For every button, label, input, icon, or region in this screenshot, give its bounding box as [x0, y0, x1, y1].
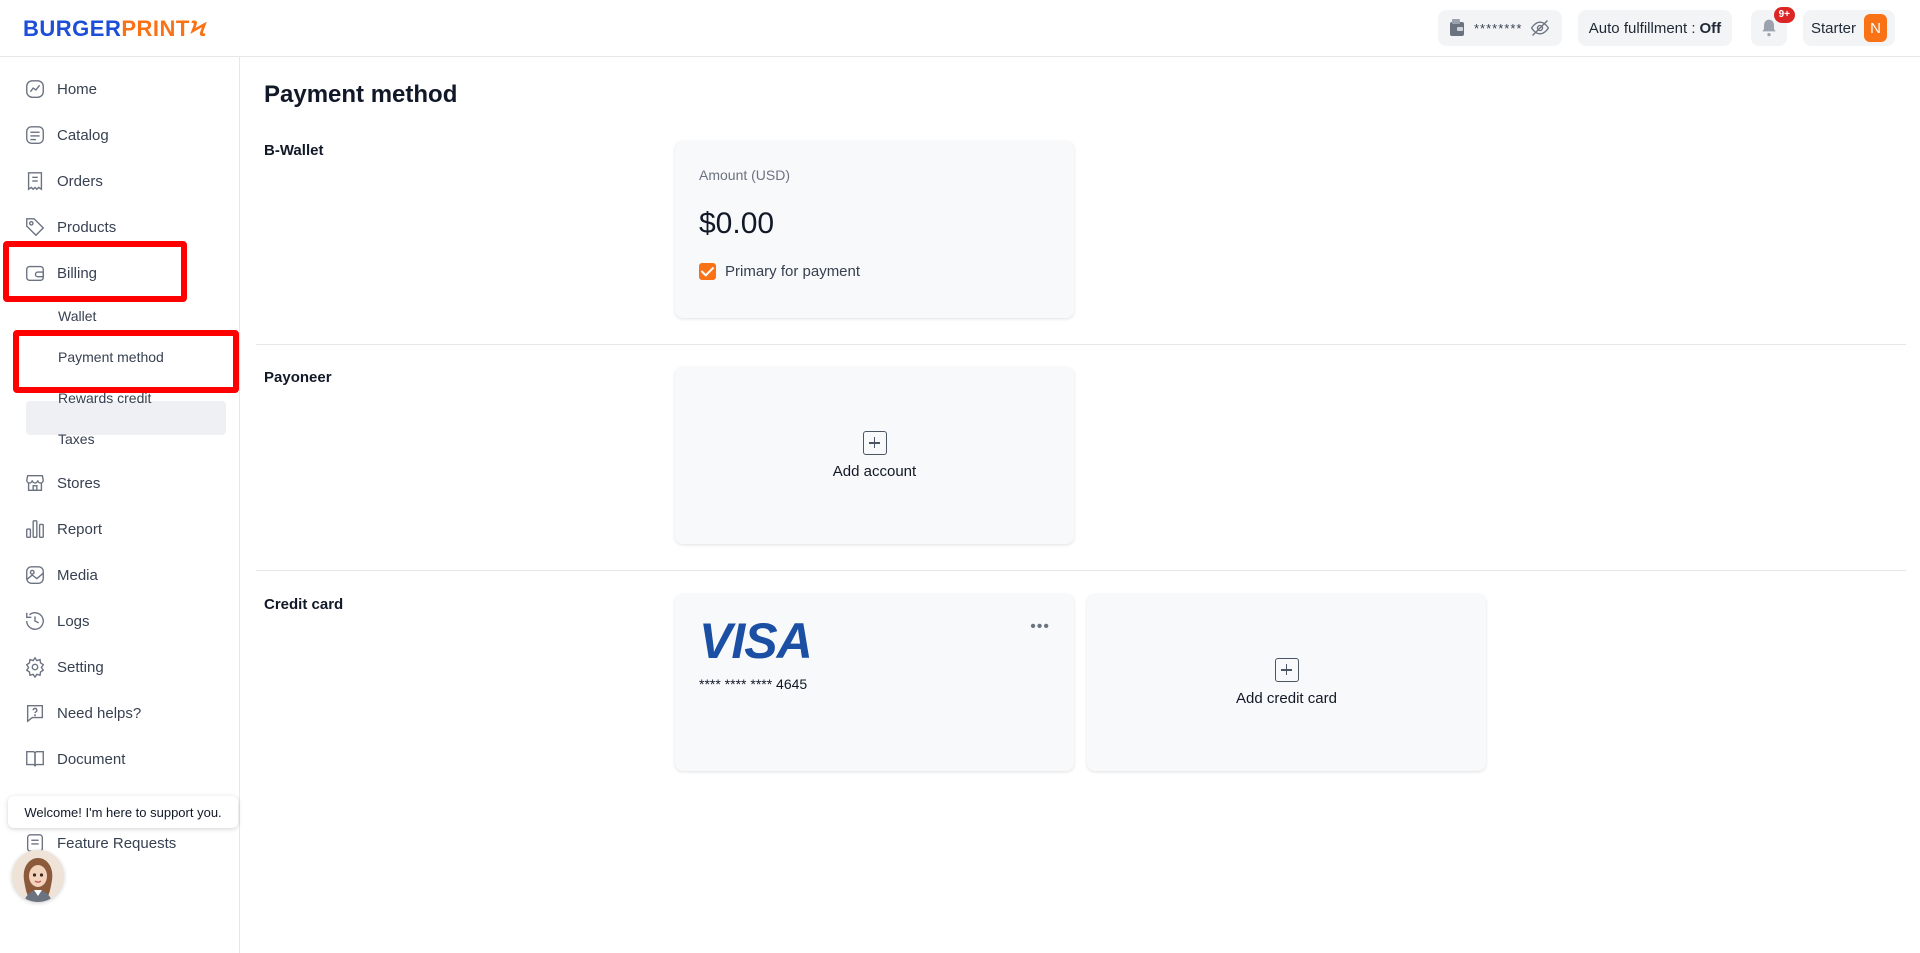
amount-label: Amount (USD) [699, 167, 791, 183]
sidebar-item-label: Stores [57, 474, 101, 492]
visa-logo: VISA [699, 613, 813, 669]
sidebar-item-label: Need helps? [57, 704, 142, 722]
more-options-icon[interactable]: ••• [1030, 618, 1050, 636]
primary-payment-label: Primary for payment [725, 263, 861, 280]
main-content: Payment method B-Wallet Amount (USD) $0.… [241, 57, 1920, 953]
primary-payment-checkbox[interactable]: Primary for payment [699, 263, 860, 280]
image-icon [26, 566, 44, 584]
logo-text-burger: BURGER [23, 16, 122, 41]
catalog-icon [26, 126, 44, 144]
page-title: Payment method [264, 81, 458, 108]
logo-bolt-icon: Ϟ [189, 16, 207, 41]
eye-off-icon[interactable] [1530, 18, 1550, 38]
sidebar-item-label: Products [57, 218, 117, 236]
sidebar-item-need-helps[interactable]: Need helps? [24, 698, 141, 728]
sidebar-item-label: Catalog [57, 126, 109, 144]
assistant-portrait-icon [12, 850, 64, 902]
auto-fulfillment-toggle[interactable]: Auto fulfillment : Off [1578, 10, 1732, 46]
add-credit-card-button[interactable]: Add credit card [1087, 594, 1486, 771]
assistant-welcome-bubble: Welcome! I'm here to support you. [8, 796, 238, 828]
auto-fulfillment-value: Off [1699, 19, 1722, 37]
visa-card: VISA **** **** **** 4645 ••• [675, 594, 1074, 771]
sidebar-item-label: Home [57, 80, 98, 98]
help-icon [26, 704, 44, 723]
book-icon [26, 750, 44, 767]
history-icon [26, 612, 44, 630]
sidebar-item-products[interactable]: Products [24, 212, 116, 242]
sidebar-item-stores[interactable]: Stores [24, 468, 100, 498]
sidebar-subitem-label: Taxes [58, 431, 95, 447]
assistant-welcome-text: Welcome! I'm here to support you. [24, 804, 222, 820]
bwallet-card: Amount (USD) $0.00 Primary for payment [675, 141, 1074, 318]
avatar: N [1864, 14, 1887, 42]
checkbox-checked-icon[interactable] [699, 263, 716, 280]
plus-square-icon [1274, 658, 1299, 682]
add-account-label: Add account [832, 463, 917, 480]
sidebar-item-catalog[interactable]: Catalog [24, 120, 109, 150]
section-divider [256, 344, 1906, 345]
sidebar-item-document[interactable]: Document [24, 744, 125, 774]
top-bar: BURGERPRINTϞ ******** Auto fulfillment :… [0, 0, 1920, 57]
sidebar-item-logs[interactable]: Logs [24, 606, 90, 636]
plan-label: Starter [1811, 19, 1857, 37]
section-divider [256, 570, 1906, 571]
section-label-payoneer: Payoneer [264, 369, 332, 386]
sidebar-item-report[interactable]: Report [24, 514, 102, 544]
chart-icon [26, 520, 44, 538]
notification-badge: 9+ [1773, 7, 1795, 23]
sidebar-item-label: Setting [57, 658, 104, 676]
account-menu[interactable]: Starter N [1803, 10, 1895, 46]
home-icon [26, 80, 44, 98]
sidebar-item-label: Feature Requests [57, 834, 177, 852]
wallet-balance-icon [1450, 19, 1464, 36]
highlight-billing [3, 241, 187, 302]
card-number: **** **** **** 4645 [699, 676, 808, 692]
sidebar-item-setting[interactable]: Setting [24, 652, 104, 682]
add-payoneer-account-button[interactable]: Add account [675, 367, 1074, 544]
sidebar-item-orders[interactable]: Orders [24, 166, 103, 196]
tag-icon [26, 218, 45, 237]
highlight-payment-method [13, 330, 239, 393]
amount-value: $0.00 [699, 207, 775, 240]
sidebar-subitem-wallet[interactable]: Wallet [58, 302, 96, 330]
auto-fulfillment-label: Auto fulfillment : [1588, 19, 1696, 37]
sidebar-subitem-label: Wallet [58, 308, 97, 324]
sidebar-item-label: Report [57, 520, 103, 538]
sidebar-item-label: Document [57, 750, 126, 768]
sidebar-item-label: Orders [57, 172, 103, 190]
sidebar-item-media[interactable]: Media [24, 560, 98, 590]
sidebar-subitem-taxes[interactable]: Taxes [58, 425, 95, 453]
gear-icon [25, 656, 45, 678]
section-label-bwallet: B-Wallet [264, 142, 324, 159]
assistant-avatar[interactable] [12, 850, 64, 902]
balance-mask: ******** [1474, 20, 1523, 36]
notification-button[interactable]: 9+ [1751, 7, 1795, 46]
logo-text-print: PRINT [121, 16, 190, 41]
sidebar-item-home[interactable]: Home [24, 74, 97, 104]
add-credit-card-label: Add credit card [1236, 690, 1337, 707]
section-label-credit-card: Credit card [264, 596, 344, 613]
balance-toggle[interactable]: ******** [1438, 10, 1562, 46]
sidebar-item-label: Media [57, 566, 98, 584]
burgerprints-logo[interactable]: BURGERPRINTϞ [23, 16, 207, 42]
store-icon [26, 474, 44, 492]
sidebar-item-label: Logs [57, 612, 90, 630]
plus-square-icon [862, 431, 887, 455]
orders-icon [27, 172, 43, 191]
